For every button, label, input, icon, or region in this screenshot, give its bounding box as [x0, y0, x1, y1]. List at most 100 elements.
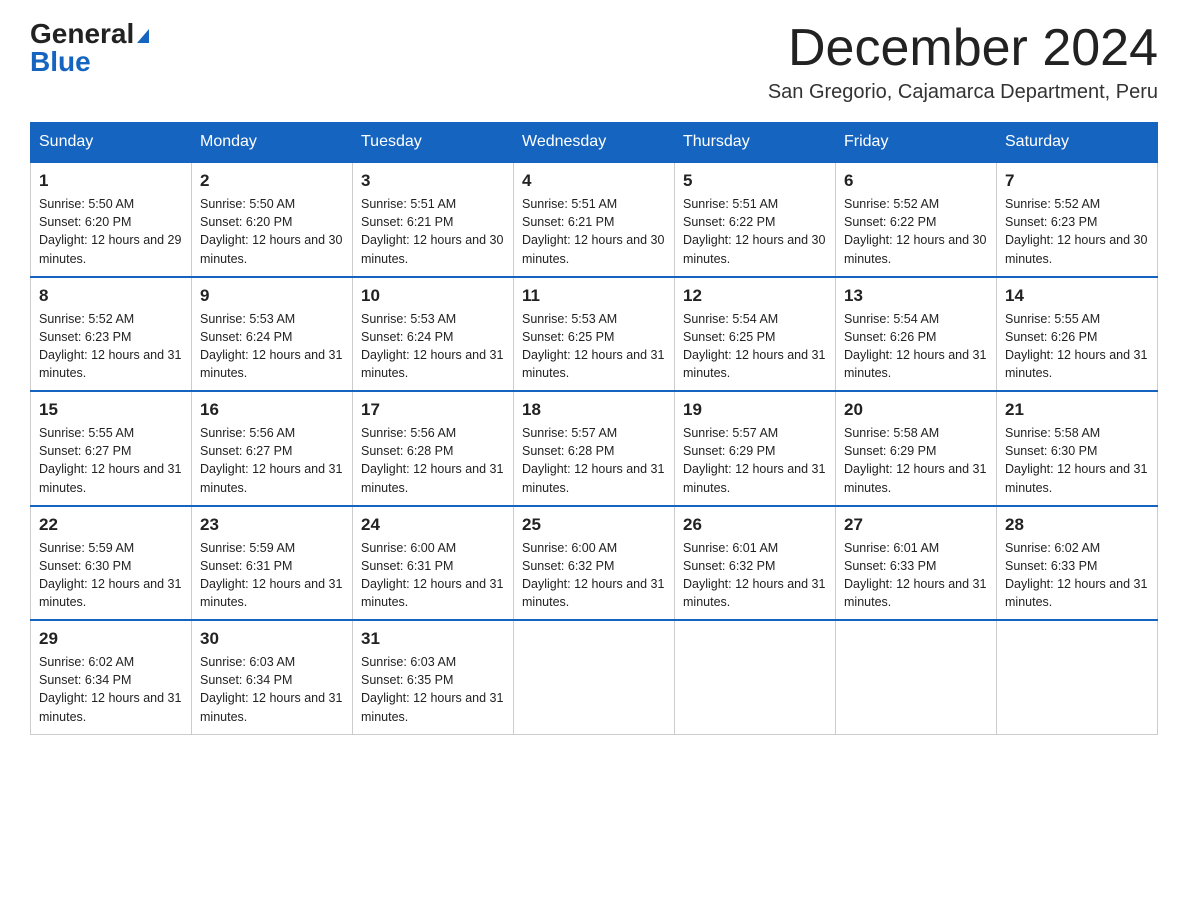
day-info: Sunrise: 5:59 AMSunset: 6:30 PMDaylight:…	[39, 539, 183, 612]
calendar-week-row: 22 Sunrise: 5:59 AMSunset: 6:30 PMDayligh…	[31, 506, 1158, 621]
day-number: 20	[844, 400, 988, 420]
calendar-cell: 14Sunrise: 5:55 AMSunset: 6:26 PMDayligh…	[997, 277, 1158, 392]
calendar-cell: 17 Sunrise: 5:56 AMSunset: 6:28 PMDayligh…	[353, 391, 514, 506]
day-number: 11	[522, 286, 666, 306]
calendar-cell	[675, 620, 836, 734]
day-info: Sunrise: 5:56 AMSunset: 6:27 PMDaylight:…	[200, 424, 344, 497]
day-info: Sunrise: 6:03 AMSunset: 6:35 PMDaylight:…	[361, 653, 505, 726]
calendar-week-row: 8 Sunrise: 5:52 AMSunset: 6:23 PMDaylight…	[31, 277, 1158, 392]
day-number: 25	[522, 515, 666, 535]
day-number: 28	[1005, 515, 1149, 535]
day-number: 17	[361, 400, 505, 420]
logo: General Blue	[30, 20, 149, 76]
day-info: Sunrise: 6:01 AMSunset: 6:32 PMDaylight:…	[683, 539, 827, 612]
day-info: Sunrise: 5:58 AMSunset: 6:29 PMDaylight:…	[844, 424, 988, 497]
day-info: Sunrise: 6:02 AMSunset: 6:34 PMDaylight:…	[39, 653, 183, 726]
calendar-cell: 21Sunrise: 5:58 AMSunset: 6:30 PMDayligh…	[997, 391, 1158, 506]
day-info: Sunrise: 5:52 AMSunset: 6:23 PMDaylight:…	[39, 310, 183, 383]
calendar-table: SundayMondayTuesdayWednesdayThursdayFrid…	[30, 122, 1158, 735]
day-number: 29	[39, 629, 183, 649]
day-number: 13	[844, 286, 988, 306]
day-number: 16	[200, 400, 344, 420]
calendar-cell: 26Sunrise: 6:01 AMSunset: 6:32 PMDayligh…	[675, 506, 836, 621]
calendar-cell: 12 Sunrise: 5:54 AMSunset: 6:25 PMDayligh…	[675, 277, 836, 392]
day-info: Sunrise: 5:59 AMSunset: 6:31 PMDaylight:…	[200, 539, 344, 612]
calendar-cell: 25 Sunrise: 6:00 AMSunset: 6:32 PMDayligh…	[514, 506, 675, 621]
day-number: 10	[361, 286, 505, 306]
calendar-cell: 15 Sunrise: 5:55 AMSunset: 6:27 PMDayligh…	[31, 391, 192, 506]
day-number: 21	[1005, 400, 1149, 420]
day-info: Sunrise: 5:53 AMSunset: 6:24 PMDaylight:…	[361, 310, 505, 383]
day-number: 12	[683, 286, 827, 306]
calendar-cell: 27 Sunrise: 6:01 AMSunset: 6:33 PMDayligh…	[836, 506, 997, 621]
day-info: Sunrise: 5:57 AMSunset: 6:29 PMDaylight:…	[683, 424, 827, 497]
calendar-cell: 1 Sunrise: 5:50 AMSunset: 6:20 PMDaylight…	[31, 162, 192, 277]
day-info: Sunrise: 6:01 AMSunset: 6:33 PMDaylight:…	[844, 539, 988, 612]
calendar-header-thursday: Thursday	[675, 123, 836, 163]
day-info: Sunrise: 5:55 AMSunset: 6:27 PMDaylight:…	[39, 424, 183, 497]
calendar-week-row: 15 Sunrise: 5:55 AMSunset: 6:27 PMDayligh…	[31, 391, 1158, 506]
calendar-cell: 5 Sunrise: 5:51 AMSunset: 6:22 PMDaylight…	[675, 162, 836, 277]
calendar-cell: 13Sunrise: 5:54 AMSunset: 6:26 PMDayligh…	[836, 277, 997, 392]
calendar-week-row: 1 Sunrise: 5:50 AMSunset: 6:20 PMDaylight…	[31, 162, 1158, 277]
day-info: Sunrise: 5:55 AMSunset: 6:26 PMDaylight:…	[1005, 310, 1149, 383]
day-info: Sunrise: 5:50 AMSunset: 6:20 PMDaylight:…	[200, 195, 344, 268]
calendar-header-row: SundayMondayTuesdayWednesdayThursdayFrid…	[31, 123, 1158, 163]
day-number: 5	[683, 171, 827, 191]
calendar-cell: 19Sunrise: 5:57 AMSunset: 6:29 PMDayligh…	[675, 391, 836, 506]
day-info: Sunrise: 5:51 AMSunset: 6:22 PMDaylight:…	[683, 195, 827, 268]
logo-triangle-icon	[137, 29, 149, 43]
day-number: 3	[361, 171, 505, 191]
calendar-cell: 6Sunrise: 5:52 AMSunset: 6:22 PMDaylight…	[836, 162, 997, 277]
calendar-cell: 30 Sunrise: 6:03 AMSunset: 6:34 PMDayligh…	[192, 620, 353, 734]
subtitle: San Gregorio, Cajamarca Department, Peru	[768, 81, 1158, 104]
logo-blue-text: Blue	[30, 48, 91, 76]
calendar-cell: 18 Sunrise: 5:57 AMSunset: 6:28 PMDayligh…	[514, 391, 675, 506]
calendar-header-wednesday: Wednesday	[514, 123, 675, 163]
day-info: Sunrise: 5:50 AMSunset: 6:20 PMDaylight:…	[39, 195, 183, 268]
day-number: 30	[200, 629, 344, 649]
day-info: Sunrise: 5:53 AMSunset: 6:25 PMDaylight:…	[522, 310, 666, 383]
day-number: 27	[844, 515, 988, 535]
title-area: December 2024 San Gregorio, Cajamarca De…	[768, 20, 1158, 104]
header: General Blue December 2024 San Gregorio,…	[30, 20, 1158, 104]
day-number: 15	[39, 400, 183, 420]
calendar-cell: 22 Sunrise: 5:59 AMSunset: 6:30 PMDayligh…	[31, 506, 192, 621]
day-info: Sunrise: 5:56 AMSunset: 6:28 PMDaylight:…	[361, 424, 505, 497]
day-number: 18	[522, 400, 666, 420]
calendar-cell: 16 Sunrise: 5:56 AMSunset: 6:27 PMDayligh…	[192, 391, 353, 506]
calendar-cell: 10 Sunrise: 5:53 AMSunset: 6:24 PMDayligh…	[353, 277, 514, 392]
calendar-cell: 2Sunrise: 5:50 AMSunset: 6:20 PMDaylight…	[192, 162, 353, 277]
calendar-week-row: 29 Sunrise: 6:02 AMSunset: 6:34 PMDayligh…	[31, 620, 1158, 734]
calendar-cell: 23 Sunrise: 5:59 AMSunset: 6:31 PMDayligh…	[192, 506, 353, 621]
day-info: Sunrise: 5:57 AMSunset: 6:28 PMDaylight:…	[522, 424, 666, 497]
calendar-cell	[997, 620, 1158, 734]
day-number: 4	[522, 171, 666, 191]
day-info: Sunrise: 6:03 AMSunset: 6:34 PMDaylight:…	[200, 653, 344, 726]
calendar-header-monday: Monday	[192, 123, 353, 163]
calendar-cell: 31Sunrise: 6:03 AMSunset: 6:35 PMDayligh…	[353, 620, 514, 734]
calendar-header-sunday: Sunday	[31, 123, 192, 163]
calendar-header-saturday: Saturday	[997, 123, 1158, 163]
calendar-header-friday: Friday	[836, 123, 997, 163]
day-number: 8	[39, 286, 183, 306]
calendar-cell	[836, 620, 997, 734]
calendar-cell: 8 Sunrise: 5:52 AMSunset: 6:23 PMDaylight…	[31, 277, 192, 392]
day-info: Sunrise: 5:52 AMSunset: 6:22 PMDaylight:…	[844, 195, 988, 268]
calendar-cell: 4 Sunrise: 5:51 AMSunset: 6:21 PMDaylight…	[514, 162, 675, 277]
day-number: 7	[1005, 171, 1149, 191]
calendar-cell	[514, 620, 675, 734]
day-info: Sunrise: 6:02 AMSunset: 6:33 PMDaylight:…	[1005, 539, 1149, 612]
day-number: 22	[39, 515, 183, 535]
day-info: Sunrise: 5:54 AMSunset: 6:25 PMDaylight:…	[683, 310, 827, 383]
day-info: Sunrise: 5:51 AMSunset: 6:21 PMDaylight:…	[522, 195, 666, 268]
day-number: 24	[361, 515, 505, 535]
day-info: Sunrise: 5:51 AMSunset: 6:21 PMDaylight:…	[361, 195, 505, 268]
day-info: Sunrise: 6:00 AMSunset: 6:32 PMDaylight:…	[522, 539, 666, 612]
day-info: Sunrise: 5:52 AMSunset: 6:23 PMDaylight:…	[1005, 195, 1149, 268]
calendar-cell: 7 Sunrise: 5:52 AMSunset: 6:23 PMDaylight…	[997, 162, 1158, 277]
calendar-cell: 20 Sunrise: 5:58 AMSunset: 6:29 PMDayligh…	[836, 391, 997, 506]
day-number: 23	[200, 515, 344, 535]
day-number: 1	[39, 171, 183, 191]
day-info: Sunrise: 5:53 AMSunset: 6:24 PMDaylight:…	[200, 310, 344, 383]
